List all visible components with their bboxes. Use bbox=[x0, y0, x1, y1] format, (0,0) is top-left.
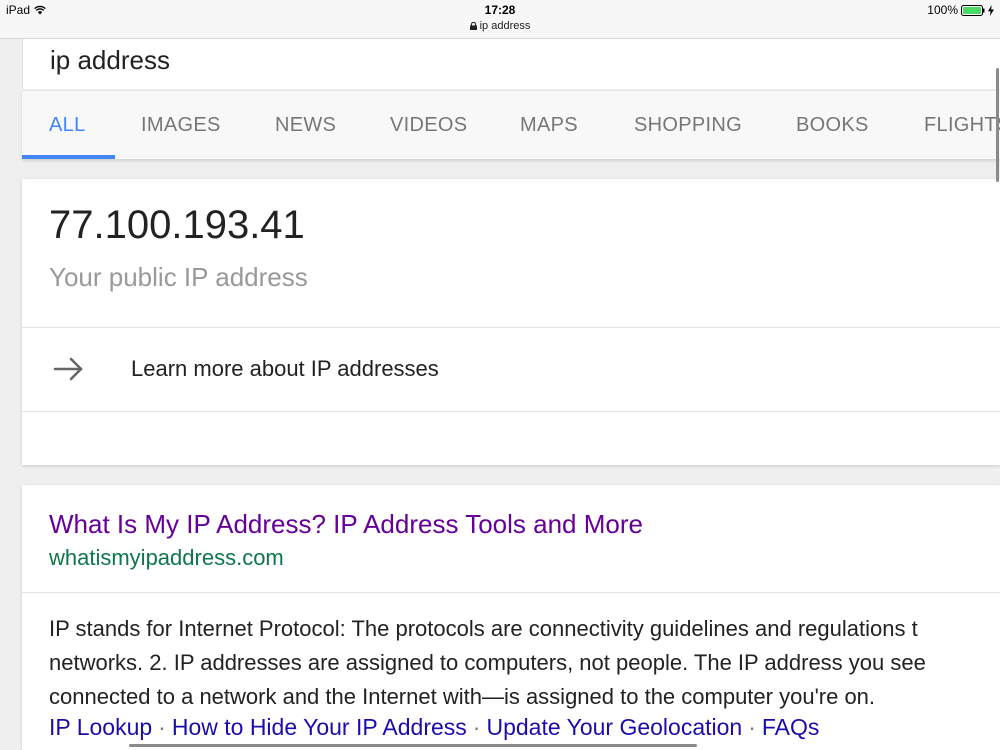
divider bbox=[22, 411, 1000, 412]
tab-all[interactable]: ALL bbox=[49, 91, 86, 159]
snippet-line: connected to a network and the Internet … bbox=[49, 684, 876, 709]
battery-percent: 100% bbox=[927, 3, 958, 17]
charging-bolt-icon bbox=[988, 4, 994, 16]
ip-address-value: 77.100.193.41 bbox=[49, 203, 305, 247]
learn-more-label: Learn more about IP addresses bbox=[131, 356, 439, 381]
tab-flights[interactable]: FLIGHTS bbox=[924, 91, 1000, 159]
learn-more-link[interactable]: Learn more about IP addresses bbox=[22, 328, 1000, 411]
status-bar: iPad 17:28 ip address 100% bbox=[0, 0, 1000, 39]
search-tabs: ALL IMAGES NEWS VIDEOS MAPS SHOPPING BOO… bbox=[22, 90, 1000, 159]
snippet-line: IP stands for Internet Protocol: The pro… bbox=[49, 616, 918, 641]
result-url: whatismyipaddress.com bbox=[49, 545, 284, 570]
divider bbox=[22, 592, 1000, 593]
address-bar-text: ip address bbox=[479, 20, 531, 32]
active-tab-indicator bbox=[22, 155, 115, 159]
sitelink-separator: · bbox=[748, 714, 756, 740]
status-right: 100% bbox=[927, 3, 994, 17]
horizontal-scrollbar[interactable] bbox=[129, 744, 697, 747]
sitelink-separator: · bbox=[472, 714, 481, 740]
tab-images[interactable]: IMAGES bbox=[141, 91, 221, 159]
search-query[interactable]: ip address bbox=[50, 45, 170, 76]
sitelink-update-geolocation[interactable]: Update Your Geolocation bbox=[486, 714, 742, 740]
clock: 17:28 bbox=[484, 3, 516, 17]
search-result: What Is My IP Address? IP Address Tools … bbox=[22, 485, 1000, 750]
sitelink-separator: · bbox=[158, 714, 166, 740]
tab-books[interactable]: BOOKS bbox=[796, 91, 869, 159]
ip-address-caption: Your public IP address bbox=[49, 262, 308, 292]
ip-answer-card: 77.100.193.41 Your public IP address Lea… bbox=[22, 179, 1000, 465]
result-title-link[interactable]: What Is My IP Address? IP Address Tools … bbox=[49, 509, 643, 540]
battery-icon bbox=[961, 4, 985, 16]
sitelink-faqs[interactable]: FAQs bbox=[762, 714, 820, 740]
search-box[interactable]: ip address bbox=[22, 39, 1000, 89]
snippet-line: networks. 2. IP addresses are assigned t… bbox=[49, 650, 926, 675]
sitelink-ip-lookup[interactable]: IP Lookup bbox=[49, 714, 152, 740]
sitelink-hide-ip[interactable]: How to Hide Your IP Address bbox=[172, 714, 467, 740]
tab-shopping[interactable]: SHOPPING bbox=[634, 91, 742, 159]
arrow-right-icon bbox=[53, 357, 83, 381]
tab-maps[interactable]: MAPS bbox=[520, 91, 578, 159]
sitelinks: IP Lookup · How to Hide Your IP Address · Up… bbox=[49, 714, 819, 741]
tab-videos[interactable]: VIDEOS bbox=[390, 91, 467, 159]
result-snippet: IP stands for Internet Protocol: The pro… bbox=[49, 612, 1000, 714]
tab-news[interactable]: NEWS bbox=[275, 91, 336, 159]
vertical-scrollbar[interactable] bbox=[996, 68, 999, 182]
lock-icon bbox=[469, 22, 477, 30]
address-bar[interactable]: ip address bbox=[0, 20, 1000, 32]
